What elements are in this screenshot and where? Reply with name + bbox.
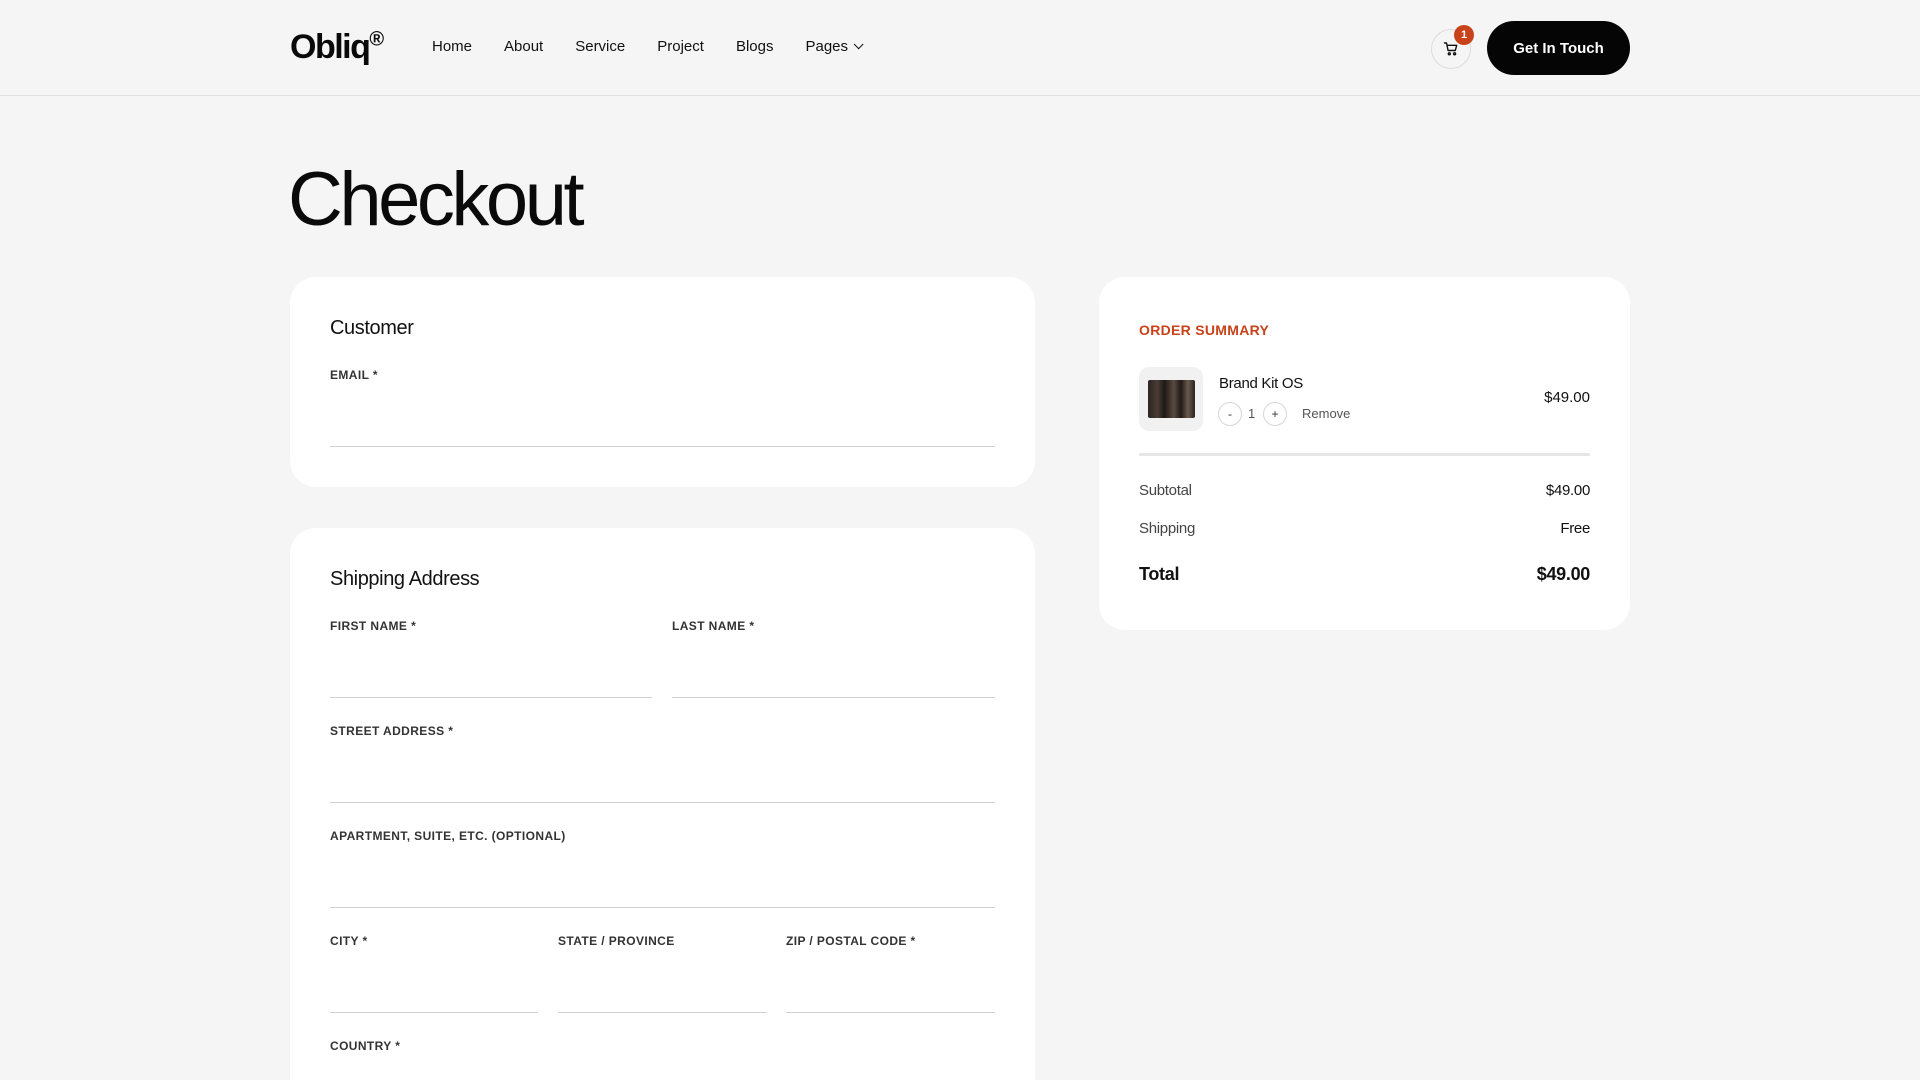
nav-project[interactable]: Project xyxy=(657,38,704,55)
order-summary-heading: ORDER SUMMARY xyxy=(1139,322,1270,338)
country-label: COUNTRY * xyxy=(330,1039,401,1053)
subtotal-value: $49.00 xyxy=(1545,482,1590,499)
logo[interactable]: Obliq® xyxy=(290,28,384,67)
customer-heading: Customer xyxy=(330,317,414,339)
nav-pages[interactable]: Pages xyxy=(805,38,864,55)
product-thumbnail xyxy=(1139,367,1203,431)
logo-text: Obliq xyxy=(290,28,371,66)
city-label: CITY * xyxy=(330,934,368,948)
nav-blogs[interactable]: Blogs xyxy=(736,38,774,55)
chevron-down-icon xyxy=(853,39,864,50)
shipping-address-card: Shipping Address FIRST NAME * LAST NAME … xyxy=(290,528,1035,1080)
cart-icon xyxy=(1443,42,1458,56)
subtotal-label: Subtotal xyxy=(1139,482,1192,499)
order-summary-card: ORDER SUMMARY Brand Kit OS - 1 + Remove … xyxy=(1099,277,1630,630)
quantity-value: 1 xyxy=(1248,406,1256,421)
first-name-label: FIRST NAME * xyxy=(330,619,417,633)
site-header: Obliq® Home About Service Project Blogs … xyxy=(0,0,1920,96)
product-price: $49.00 xyxy=(1544,389,1590,406)
last-name-field[interactable] xyxy=(672,658,995,698)
shipping-row: Shipping Free xyxy=(1139,520,1590,537)
page-title: Checkout xyxy=(288,157,585,242)
first-name-field[interactable] xyxy=(330,658,652,698)
nav-about[interactable]: About xyxy=(504,38,543,55)
state-field[interactable] xyxy=(558,973,767,1013)
product-name: Brand Kit OS xyxy=(1219,375,1303,392)
apartment-label: APARTMENT, SUITE, ETC. (OPTIONAL) xyxy=(330,829,566,843)
nav-service[interactable]: Service xyxy=(575,38,625,55)
logo-registered-mark: ® xyxy=(369,28,385,51)
nav-home[interactable]: Home xyxy=(432,38,472,55)
product-image xyxy=(1147,380,1195,418)
decrease-quantity-button[interactable]: - xyxy=(1218,402,1242,426)
state-label: STATE / PROVINCE xyxy=(558,934,675,948)
zip-label: ZIP / POSTAL CODE * xyxy=(786,934,916,948)
shipping-value: Free xyxy=(1560,520,1590,537)
total-value: $49.00 xyxy=(1536,564,1591,584)
main-nav: Home About Service Project Blogs Pages xyxy=(432,38,892,55)
total-label: Total xyxy=(1139,564,1180,584)
cart-count-badge: 1 xyxy=(1454,25,1474,45)
shipping-label: Shipping xyxy=(1139,520,1195,537)
email-label: EMAIL * xyxy=(330,368,378,382)
get-in-touch-button[interactable]: Get In Touch xyxy=(1487,21,1630,75)
summary-divider xyxy=(1139,453,1590,456)
street-address-label: STREET ADDRESS * xyxy=(330,724,454,738)
shipping-heading: Shipping Address xyxy=(330,568,480,590)
zip-field[interactable] xyxy=(786,973,995,1013)
total-row: Total $49.00 xyxy=(1139,564,1590,585)
email-field[interactable] xyxy=(330,407,995,447)
subtotal-row: Subtotal $49.00 xyxy=(1139,482,1590,499)
apartment-field[interactable] xyxy=(330,868,995,908)
last-name-label: LAST NAME * xyxy=(672,619,755,633)
city-field[interactable] xyxy=(330,973,538,1013)
remove-item-link[interactable]: Remove xyxy=(1302,406,1350,421)
increase-quantity-button[interactable]: + xyxy=(1263,402,1287,426)
customer-card: Customer EMAIL * xyxy=(290,277,1035,487)
street-address-field[interactable] xyxy=(330,763,995,803)
nav-pages-label: Pages xyxy=(805,38,849,55)
